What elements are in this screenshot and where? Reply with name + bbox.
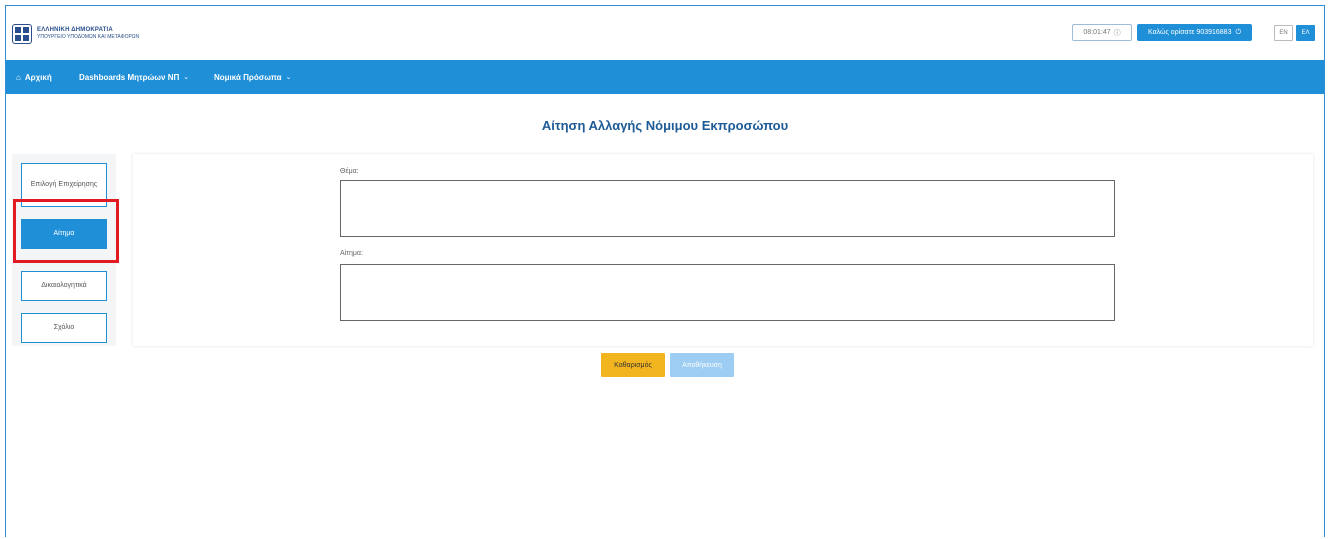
user-welcome-button[interactable]: Καλώς ορίσατε 903916883 ⏻ (1137, 24, 1252, 41)
logout-icon[interactable]: ⏻ (1235, 29, 1241, 37)
info-icon: ⓘ (1113, 29, 1121, 37)
welcome-text: Καλώς ορίσατε 903916883 (1147, 29, 1232, 36)
request-form: Θέμα: Αίτημα: (133, 154, 1313, 346)
home-icon: ⌂ (16, 72, 21, 82)
nav-home-label: Αρχική (24, 72, 52, 82)
step-comment[interactable]: Σχόλιο (21, 313, 107, 343)
subject-label: Θέμα: (340, 168, 359, 175)
session-timer-value: 08:01:47 (1083, 29, 1111, 36)
emblem-icon (12, 24, 32, 44)
clear-button[interactable]: Καθαρισμός (601, 353, 665, 377)
subject-textarea[interactable] (340, 180, 1115, 237)
save-button[interactable]: Αποθήκευση (670, 353, 734, 377)
chevron-down-icon: ⌄ (285, 74, 292, 81)
logo-subtitle: ΥΠΟΥΡΓΕΙΟ ΥΠΟΔΟΜΩΝ ΚΑΙ ΜΕΤΑΦΟΡΩΝ (37, 34, 140, 40)
session-timer: 08:01:47 ⓘ (1072, 24, 1132, 41)
nav-dashboards[interactable]: Dashboards Μητρώων ΝΠ ⌄ (79, 60, 189, 94)
header: ΕΛΛΗΝΙΚΗ ΔΗΜΟΚΡΑΤΙΑ ΥΠΟΥΡΓΕΙΟ ΥΠΟΔΟΜΩΝ Κ… (6, 6, 1324, 60)
logo-title: ΕΛΛΗΝΙΚΗ ΔΗΜΟΚΡΑΤΙΑ (37, 27, 113, 33)
highlight-box (13, 199, 119, 263)
step-documents[interactable]: Δικαιολογητικά (21, 271, 107, 301)
lang-en-button[interactable]: EN (1274, 25, 1293, 41)
nav-home[interactable]: ⌂ Αρχική (16, 60, 52, 94)
request-textarea[interactable] (340, 264, 1115, 321)
app-window: ΕΛΛΗΝΙΚΗ ΔΗΜΟΚΡΑΤΙΑ ΥΠΟΥΡΓΕΙΟ ΥΠΟΔΟΜΩΝ Κ… (5, 5, 1325, 537)
chevron-down-icon: ⌄ (183, 74, 190, 81)
main-navbar: ⌂ Αρχική Dashboards Μητρώων ΝΠ ⌄ Νομικά … (6, 60, 1324, 94)
page-title: Αίτηση Αλλαγής Νόμιμου Εκπροσώπου (541, 118, 789, 133)
lang-el-button[interactable]: ΕΛ (1296, 25, 1315, 41)
nav-legal-entities[interactable]: Νομικά Πρόσωπα ⌄ (214, 60, 291, 94)
nav-legal-entities-label: Νομικά Πρόσωπα (214, 72, 282, 82)
request-label: Αίτημα: (340, 250, 363, 257)
nav-dashboards-label: Dashboards Μητρώων ΝΠ (79, 72, 180, 82)
ministry-logo[interactable]: ΕΛΛΗΝΙΚΗ ΔΗΜΟΚΡΑΤΙΑ ΥΠΟΥΡΓΕΙΟ ΥΠΟΔΟΜΩΝ Κ… (12, 24, 139, 44)
